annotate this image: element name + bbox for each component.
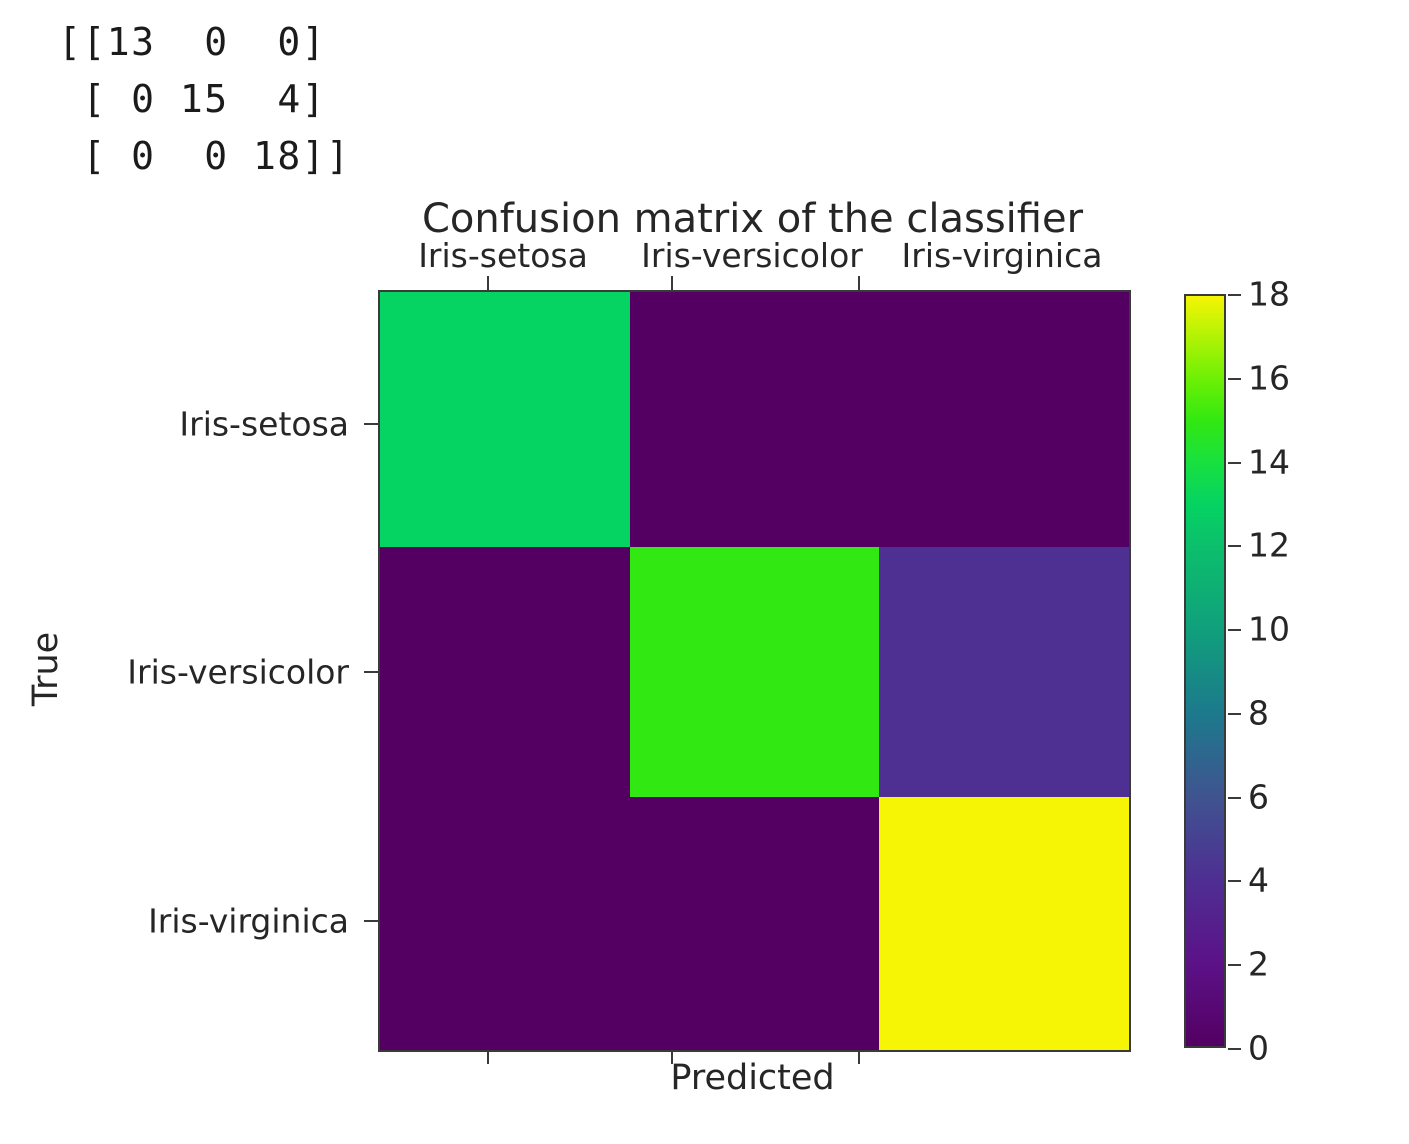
heatmap-cell-2-0[interactable] xyxy=(380,797,630,1050)
colorbar-tick-16 xyxy=(1228,377,1241,380)
ytick-label-0: Iris-setosa xyxy=(179,404,349,444)
colorbar-tick-label-0: 0 xyxy=(1248,1028,1269,1068)
heatmap-cell-1-1[interactable] xyxy=(630,547,879,797)
heatmap-cell-0-0[interactable] xyxy=(380,292,630,547)
colorbar-tick-18 xyxy=(1228,294,1241,296)
colorbar-tick-label-8: 8 xyxy=(1248,693,1269,733)
colorbar-tick-label-10: 10 xyxy=(1248,609,1290,649)
colorbar-tick-label-12: 12 xyxy=(1248,525,1290,565)
colorbar-tick-0 xyxy=(1228,1048,1241,1050)
colorbar-tick-10 xyxy=(1228,629,1241,632)
heatmap-grid xyxy=(378,290,1131,1052)
colorbar-tick-label-4: 4 xyxy=(1248,860,1269,900)
colorbar-tick-6 xyxy=(1228,796,1241,799)
xtick-label-2: Iris-virginica xyxy=(901,236,1103,275)
xtick-top-2 xyxy=(858,276,860,290)
colorbar-tick-label-18: 18 xyxy=(1248,274,1290,314)
ytick-2 xyxy=(364,920,378,922)
colorbar-tick-label-6: 6 xyxy=(1248,777,1269,817)
y-axis-label: True xyxy=(26,631,66,707)
colorbar xyxy=(1184,294,1226,1048)
x-axis-label: Predicted xyxy=(670,1058,835,1098)
heatmap-cell-2-1[interactable] xyxy=(630,797,879,1050)
colorbar-tick-label-2: 2 xyxy=(1248,944,1269,984)
colorbar-tick-14 xyxy=(1228,461,1241,464)
xtick-label-0: Iris-setosa xyxy=(418,236,588,275)
xtick-top-1 xyxy=(671,276,673,290)
ytick-label-2: Iris-virginica xyxy=(148,901,349,941)
ytick-1 xyxy=(364,671,378,673)
confusion-matrix-figure: Confusion matrix of the classifier Iris-… xyxy=(0,0,1409,1144)
heatmap-cell-1-0[interactable] xyxy=(380,547,630,797)
xtick-top-0 xyxy=(487,276,489,290)
colorbar-tick-label-14: 14 xyxy=(1248,442,1290,482)
colorbar-tick-label-16: 16 xyxy=(1248,358,1290,398)
heatmap-cell-1-2[interactable] xyxy=(879,547,1129,797)
xtick-label-1: Iris-versicolor xyxy=(641,236,863,275)
colorbar-tick-4 xyxy=(1228,880,1241,883)
ytick-0 xyxy=(364,423,378,425)
heatmap-cell-0-2[interactable] xyxy=(879,292,1129,547)
heatmap-cell-2-2[interactable] xyxy=(879,797,1129,1050)
colorbar-tick-8 xyxy=(1228,712,1241,715)
colorbar-tick-2 xyxy=(1228,964,1241,967)
heatmap-cell-0-1[interactable] xyxy=(630,292,879,547)
colorbar-tick-12 xyxy=(1228,545,1241,548)
ytick-label-1: Iris-versicolor xyxy=(127,652,349,692)
